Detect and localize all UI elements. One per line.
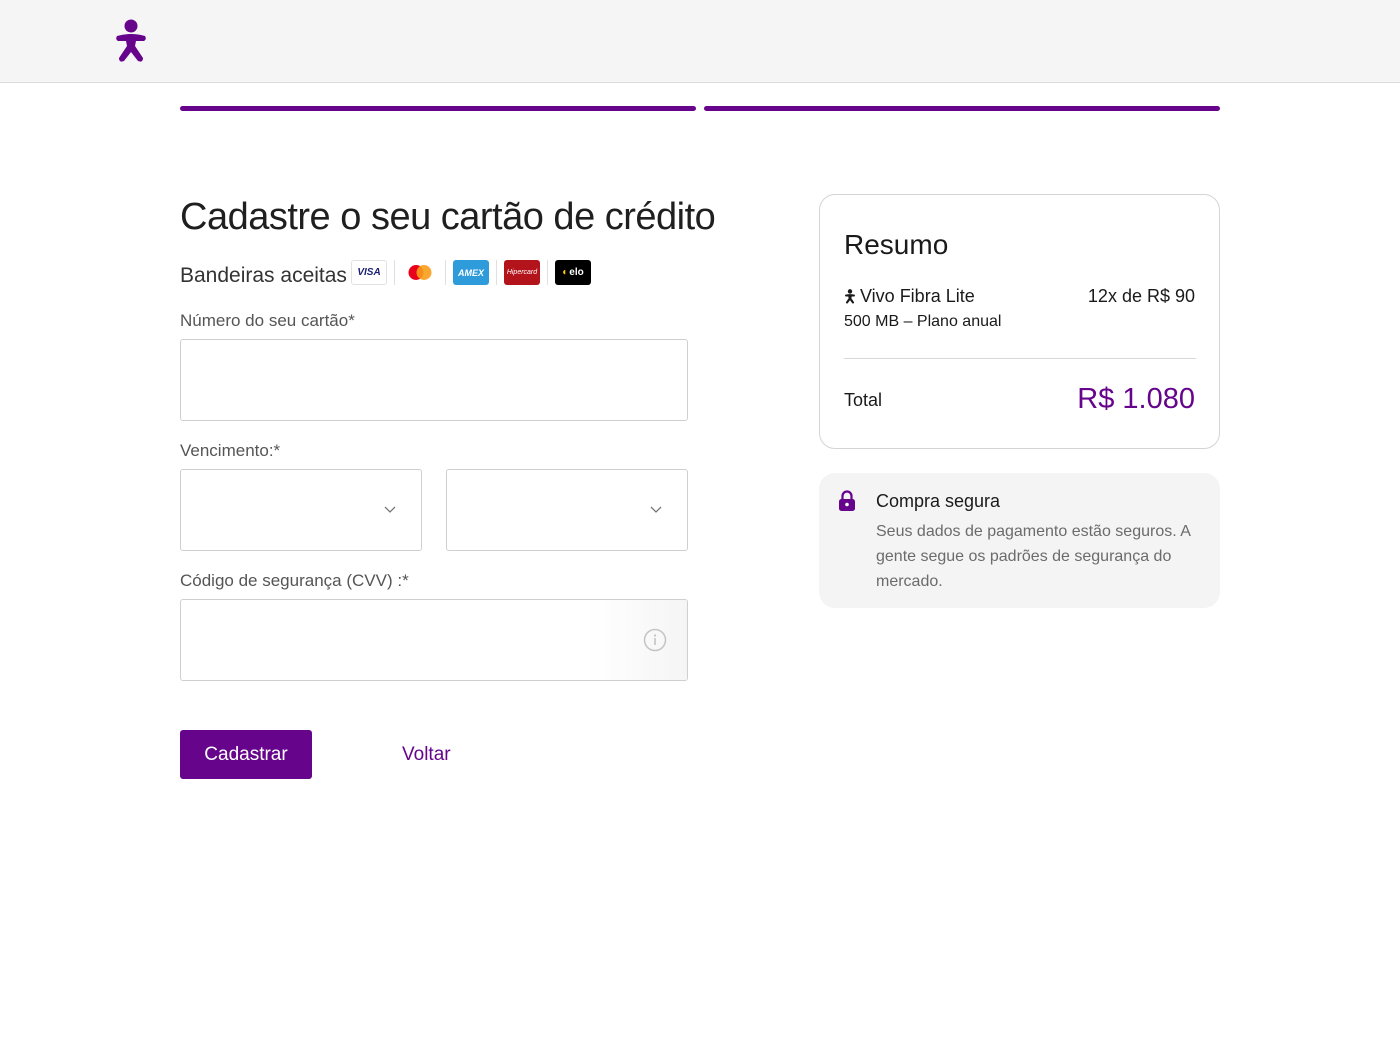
elo-logo: ◐ elo — [555, 260, 591, 285]
plan-price: 12x de R$ 90 — [1087, 286, 1195, 306]
vivo-person-logo-icon[interactable] — [114, 19, 148, 63]
back-link[interactable]: Voltar — [402, 744, 451, 766]
divider — [547, 260, 548, 285]
chevron-down-icon — [384, 506, 396, 513]
cvv-info-area — [587, 600, 687, 680]
lock-icon — [839, 490, 855, 511]
order-summary-card: Resumo Vivo Fibra Lite 12x de R$ 90 500 … — [819, 194, 1220, 449]
summary-title: Resumo — [844, 229, 949, 260]
cvv-label: Código de segurança (CVV) :* — [180, 571, 409, 590]
page-title: Cadastre o seu cartão de crédito — [180, 196, 716, 238]
progress-step-1 — [180, 106, 696, 111]
total-value: R$ 1.080 — [1077, 383, 1195, 415]
card-number-input[interactable] — [180, 339, 688, 421]
plan-detail: 500 MB – Plano anual — [844, 313, 1002, 330]
accepted-brands-label: Bandeiras aceitas — [180, 264, 347, 287]
accepted-brands-list: VISA AMEX Hipercard ◐ elo — [351, 260, 591, 285]
expiry-label: Vencimento:* — [180, 441, 281, 460]
secure-title: Compra segura — [876, 491, 1001, 511]
expiry-year-select[interactable] — [446, 469, 688, 551]
divider — [394, 260, 395, 285]
hipercard-logo: Hipercard — [504, 260, 540, 285]
amex-logo: AMEX — [453, 260, 489, 285]
divider — [445, 260, 446, 285]
total-label: Total — [844, 390, 883, 410]
visa-logo: VISA — [351, 260, 387, 285]
plan-name-row: Vivo Fibra Lite — [844, 286, 975, 307]
divider — [496, 260, 497, 285]
top-header — [0, 0, 1400, 83]
plan-name: Vivo Fibra Lite — [860, 286, 975, 306]
vivo-person-icon — [844, 289, 856, 304]
info-icon[interactable] — [643, 628, 667, 652]
secure-purchase-notice: Compra segura Seus dados de pagamento es… — [819, 473, 1220, 608]
progress-step-2 — [704, 106, 1220, 111]
card-number-label: Número do seu cartão* — [180, 311, 355, 330]
register-button[interactable]: Cadastrar — [180, 730, 312, 779]
mastercard-logo — [402, 260, 438, 285]
divider — [844, 358, 1196, 359]
chevron-down-icon — [650, 506, 662, 513]
cvv-input[interactable] — [180, 599, 688, 681]
secure-text: Seus dados de pagamento estão seguros. A… — [876, 523, 1191, 590]
expiry-month-select[interactable] — [180, 469, 422, 551]
